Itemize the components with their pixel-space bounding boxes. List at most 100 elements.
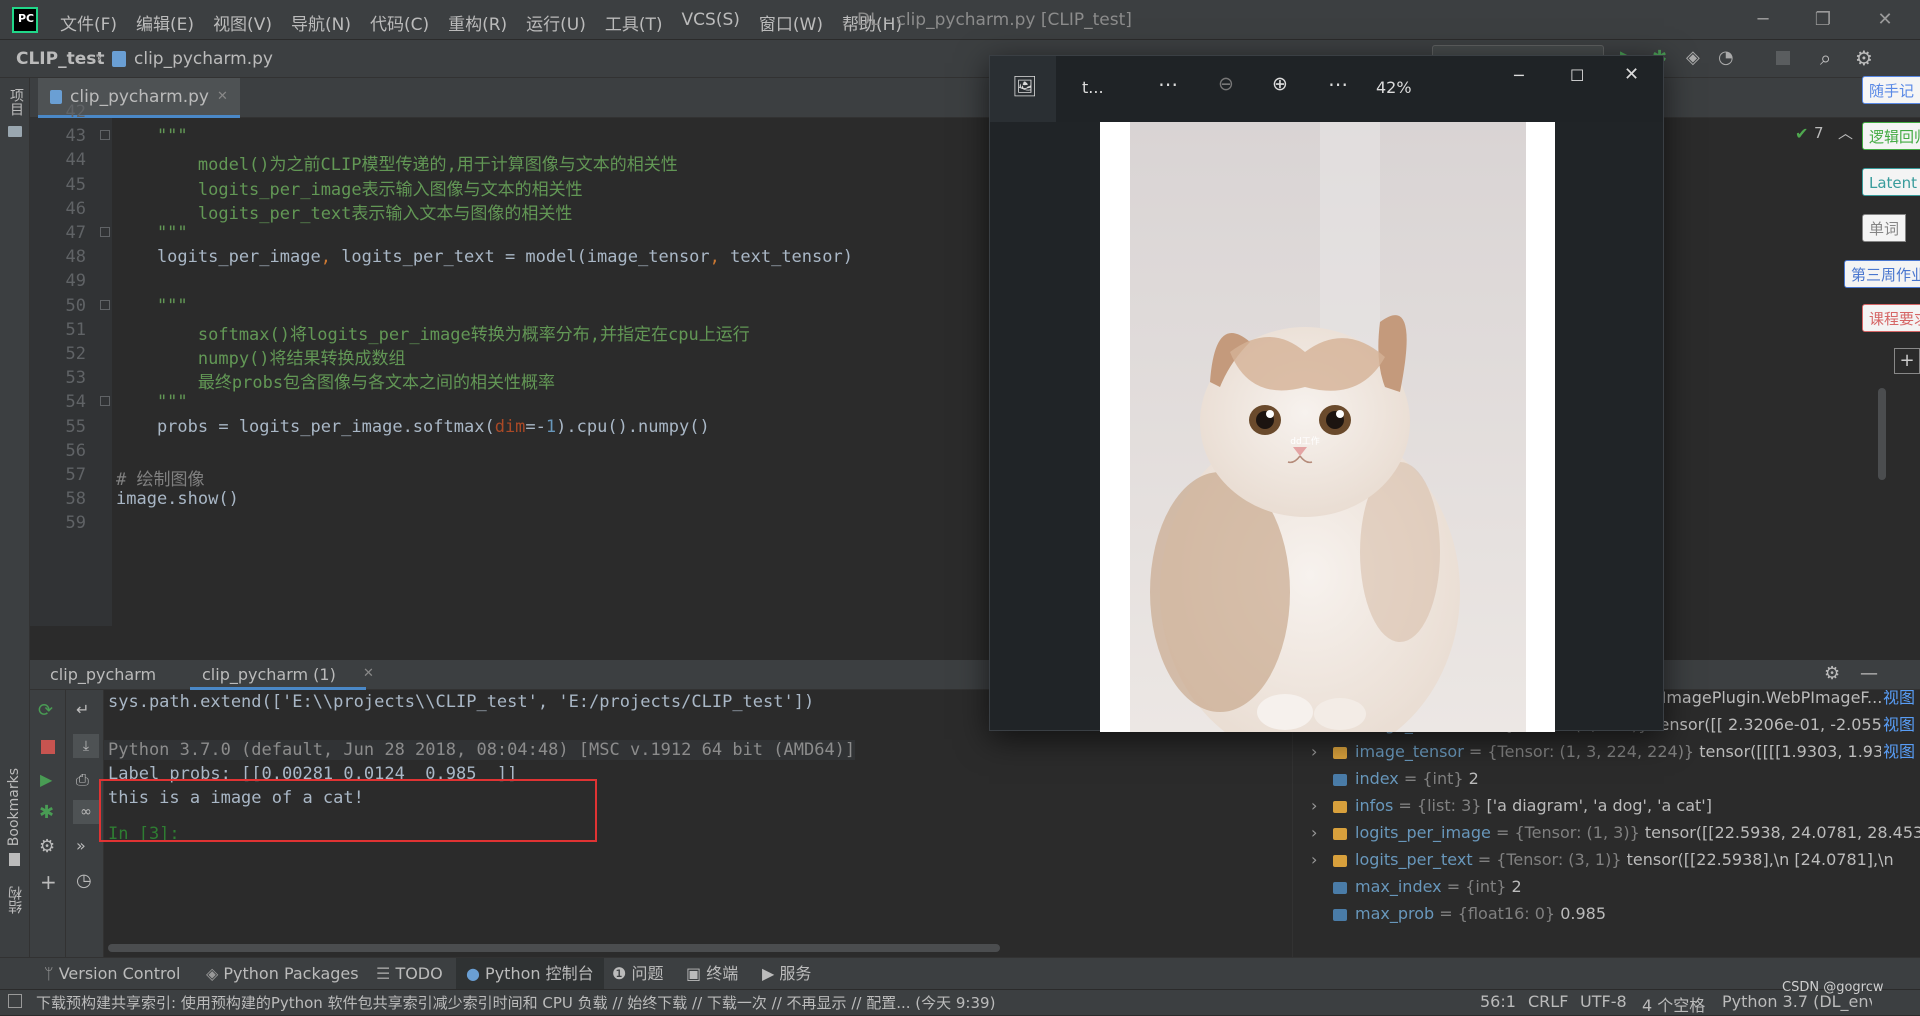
code-line[interactable]: logits_per_image, logits_per_text = mode… [116,247,853,267]
indent-setting[interactable]: 4 个空格 [1642,992,1705,1016]
more-icon[interactable]: ⋯ [1158,72,1178,96]
stop-icon[interactable] [1776,51,1790,65]
minimize-panel-icon[interactable]: — [1860,663,1878,684]
soft-wrap-icon[interactable]: ↵ [76,700,89,719]
fold-marker-icon[interactable] [100,396,110,407]
expand-chevron-icon[interactable]: › [1311,738,1329,765]
variable-row[interactable]: max_index = {int} 2 [1293,873,1920,900]
problems-tool[interactable]: ❶ 问题 [612,958,663,990]
code-line[interactable]: softmax()将logits_per_image转换为概率分布,并指定在cp… [116,320,750,345]
console-hscrollbar[interactable] [108,944,1000,952]
terminal-tool[interactable]: ▣ 终端 [686,958,738,990]
editor-scrollbar[interactable] [1878,388,1886,480]
coverage-icon[interactable]: ◈ [1686,47,1700,68]
viewer-minimize-icon[interactable]: ─ [1514,66,1524,85]
profile-icon[interactable]: ◔ [1718,47,1734,68]
restore-icon[interactable]: ❐ [1808,6,1838,34]
menu-item[interactable]: 文件(F) [60,10,117,35]
menu-item[interactable]: 导航(N) [291,10,351,35]
close-tab-icon[interactable]: ✕ [363,666,374,681]
caret-position[interactable]: 56:1 [1480,992,1516,1011]
code-line[interactable]: 最终probs包含图像与各文本之间的相关性概率 [116,368,555,393]
structure-tool-label[interactable]: 结构 [6,886,26,914]
search-icon[interactable]: ⌕ [1820,46,1831,70]
expand-chevron-icon[interactable]: › [1311,846,1329,873]
todo-tool[interactable]: ☰ TODO [376,958,443,990]
code-line[interactable]: """ [116,296,188,316]
tab-console-clip-pycharm[interactable]: clip_pycharm [38,660,168,690]
variable-row[interactable]: › infos = {list: 3} ['a diagram', 'a dog'… [1293,792,1920,819]
execute-icon[interactable]: ▶ [40,770,52,789]
python-console-tool[interactable]: ● Python 控制台 [456,958,604,990]
code-line[interactable]: """ [116,392,188,412]
variable-row[interactable]: › logits_per_image = {Tensor: (1, 3)} ten… [1293,819,1920,846]
close-tab-icon[interactable]: ✕ [217,89,228,104]
menu-item[interactable]: 工具(T) [605,10,663,35]
side-tag[interactable]: 第三周作业 [1844,260,1920,288]
debug-bug-icon[interactable]: ✱ [39,802,54,823]
code-line[interactable]: numpy()将结果转换成数组 [116,344,406,369]
stop-icon[interactable] [41,740,55,754]
add-tag-icon[interactable]: + [1894,348,1920,374]
menu-item[interactable]: 运行(U) [526,10,586,35]
more-options-icon[interactable]: ⋯ [1328,72,1348,96]
settings-icon[interactable]: ⚙ [39,836,55,857]
variable-row[interactable]: › logits_per_text = {Tensor: (3, 1)} tens… [1293,846,1920,873]
layout-icon[interactable] [8,994,22,1008]
add-icon[interactable]: + [40,870,57,894]
expand-chevron-icon[interactable]: › [1311,819,1329,846]
menu-item[interactable]: 重构(R) [448,10,507,35]
pycharm-logo-icon[interactable]: PC [12,7,38,33]
side-tag[interactable]: 单词 [1862,214,1907,242]
breadcrumb-project[interactable]: CLIP_test [16,49,105,69]
more-actions-icon[interactable]: » [76,836,86,855]
gear-icon[interactable]: ⚙ [1824,663,1840,684]
menu-item[interactable]: 视图(V) [213,10,272,35]
side-tag[interactable]: 课程要求 [1862,304,1920,332]
history-icon[interactable]: ◷ [76,870,92,891]
line-separator[interactable]: CRLF [1528,992,1568,1011]
view-link[interactable]: 视图 [1880,711,1915,738]
view-link[interactable]: 视图 [1880,690,1915,711]
zoom-in-icon[interactable]: ⊕ [1272,73,1288,95]
menu-item[interactable]: VCS(S) [682,10,740,35]
fold-marker-icon[interactable] [100,130,110,141]
view-link[interactable]: 视图 [1880,738,1915,765]
zoom-out-icon[interactable]: ⊖ [1218,73,1234,95]
code-line[interactable]: """ [116,223,188,243]
python-packages-tool[interactable]: ◈ Python Packages [206,958,359,990]
menu-item[interactable]: 代码(C) [370,10,429,35]
expand-chevron-icon[interactable]: › [1311,792,1329,819]
viewer-close-icon[interactable]: ✕ [1624,64,1639,85]
variable-row[interactable]: max_prob = {float16: 0} 0.985 [1293,900,1920,927]
code-line[interactable]: image.show() [116,489,239,509]
code-line[interactable]: """ [116,126,188,146]
breadcrumb-file[interactable]: clip_pycharm.py [134,49,273,69]
viewer-maximize-icon[interactable]: ☐ [1570,66,1584,85]
close-icon[interactable]: ✕ [1870,6,1900,34]
rerun-icon[interactable]: ⟳ [38,700,53,721]
fold-marker-icon[interactable] [100,299,110,310]
side-tag[interactable]: Latent [1862,168,1920,196]
image-gallery-icon[interactable]: 🖼 [1012,74,1037,98]
code-line[interactable]: probs = logits_per_image.softmax(dim=-1)… [116,417,710,437]
settings-icon[interactable]: ⚙ [1855,46,1873,70]
bookmarks-tool-label[interactable]: Bookmarks [6,768,22,846]
variable-row[interactable]: › image_tensor = {Tensor: (1, 3, 224, 224… [1293,738,1920,765]
show-variables-icon[interactable]: ∞ [73,800,99,824]
print-icon[interactable]: ⎙ [76,770,89,790]
code-line[interactable]: model()为之前CLIP模型传递的,用于计算图像与文本的相关性 [116,150,678,175]
file-encoding[interactable]: UTF-8 [1580,992,1627,1011]
side-tag[interactable]: 随手记 [1862,76,1920,104]
fold-marker-icon[interactable] [100,227,110,237]
code-line[interactable]: logits_per_image表示输入图像与文本的相关性 [116,175,583,200]
menu-item[interactable]: 窗口(W) [759,10,823,35]
project-tool-label[interactable]: 项目 [6,88,26,116]
code-line[interactable]: logits_per_text表示输入文本与图像的相关性 [116,199,573,224]
scroll-to-end-icon[interactable]: ⤓ [73,734,99,758]
tab-console-clip-pycharm-1[interactable]: clip_pycharm (1) [190,660,366,690]
minimize-icon[interactable]: ─ [1748,6,1778,34]
inspection-check-icon[interactable]: ✔ [1795,124,1808,143]
services-tool[interactable]: ▶ 服务 [762,958,811,990]
code-line[interactable]: # 绘制图像 [116,465,204,490]
